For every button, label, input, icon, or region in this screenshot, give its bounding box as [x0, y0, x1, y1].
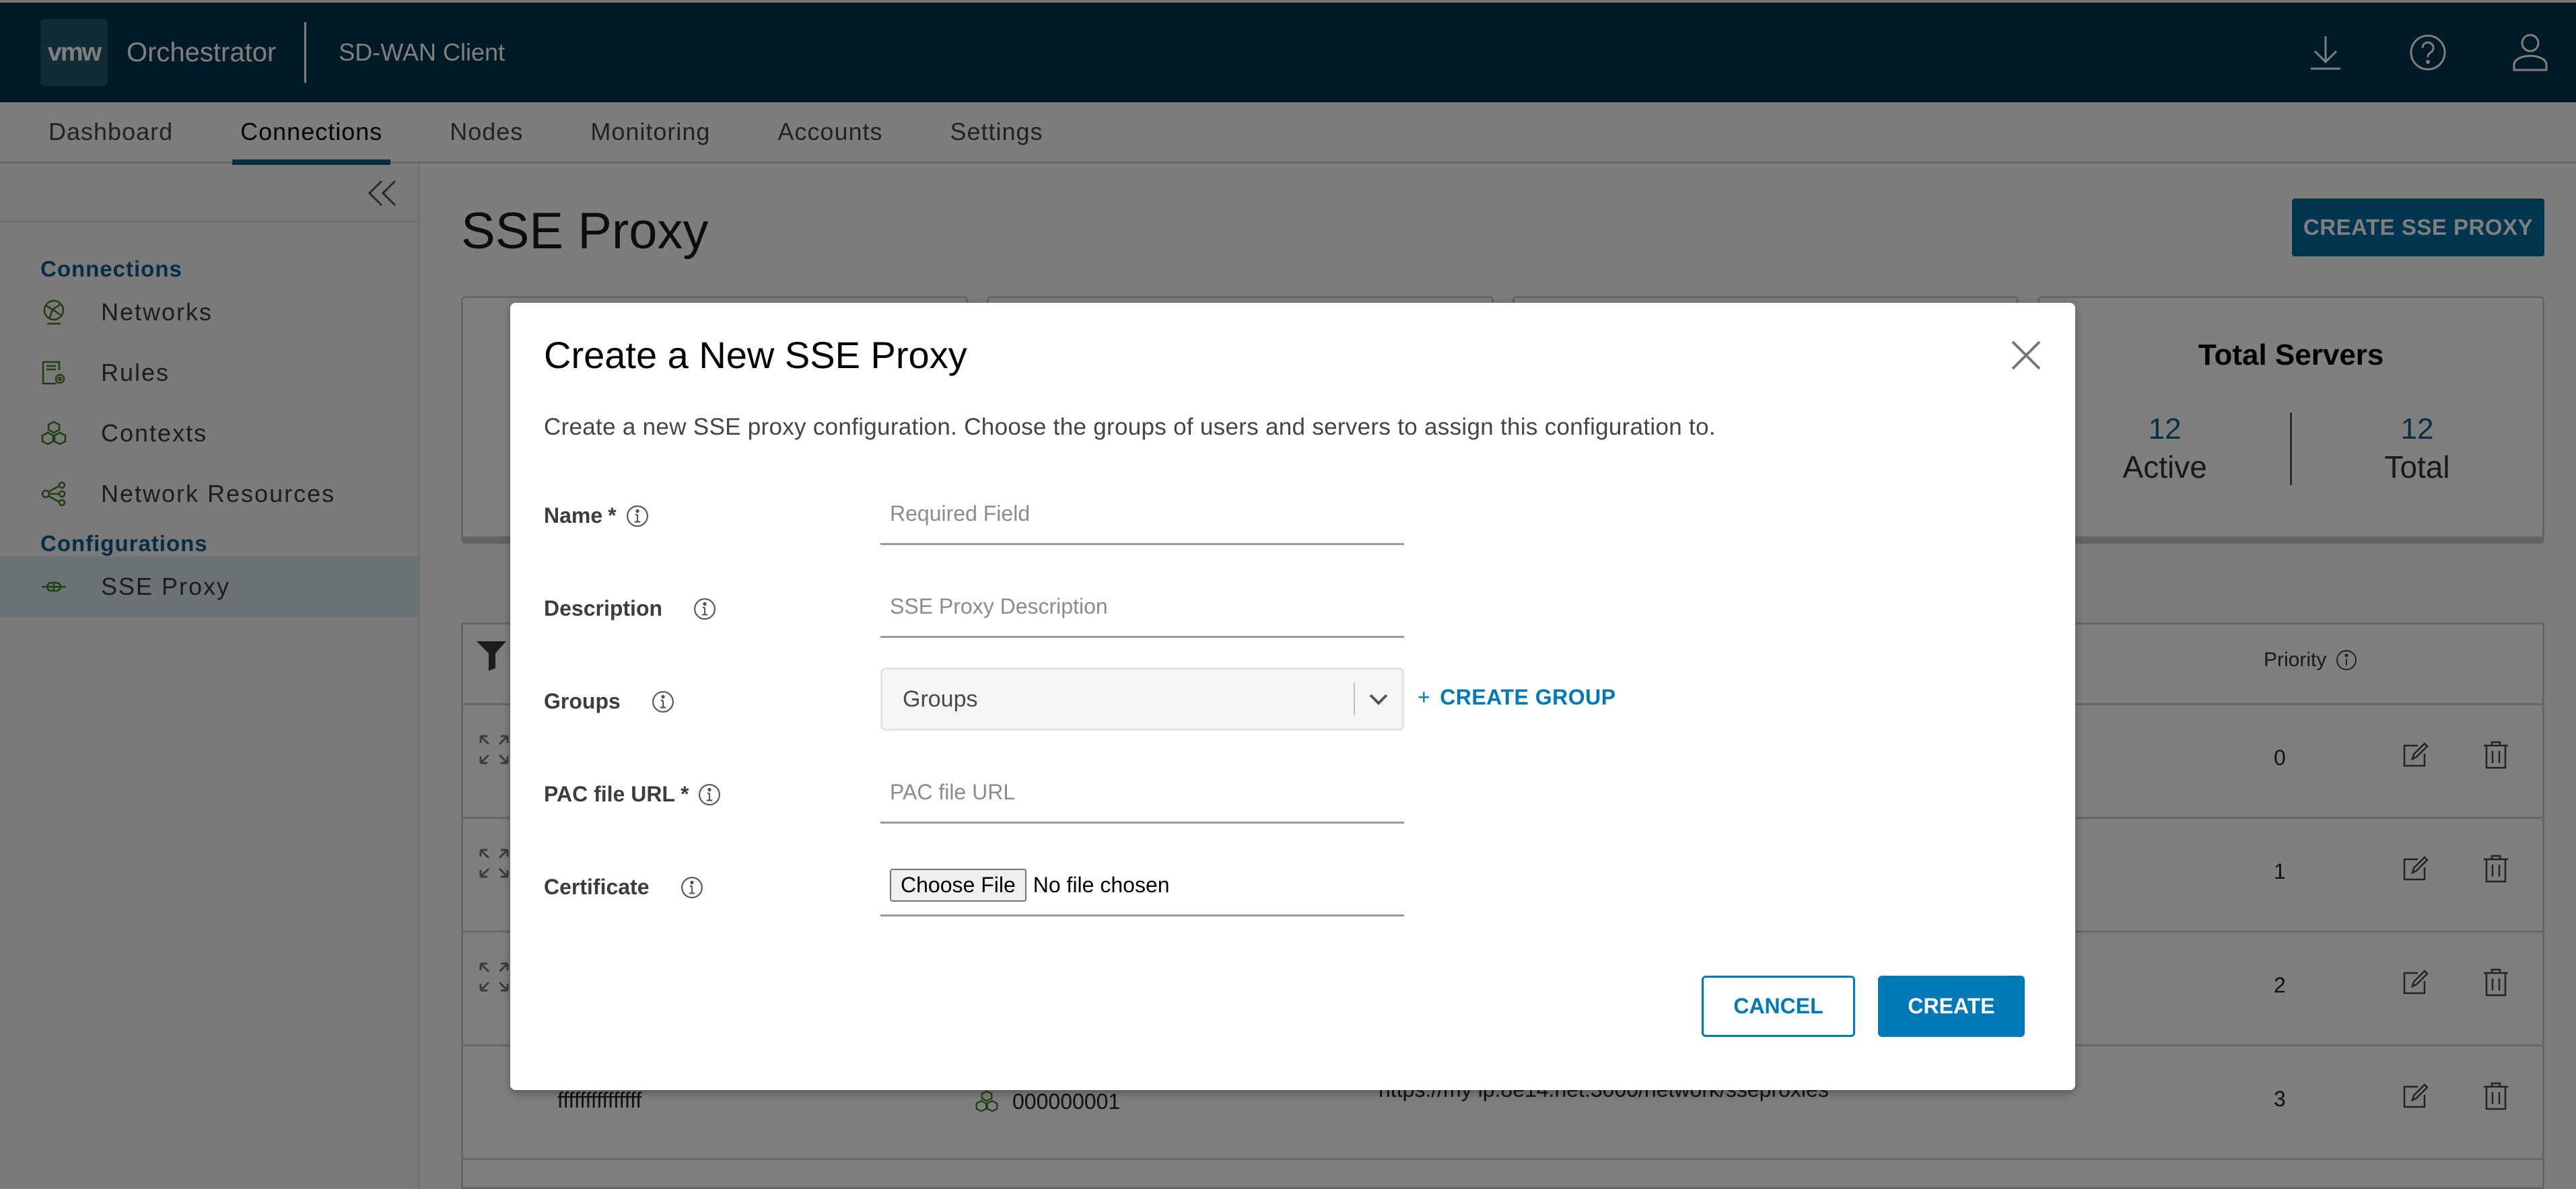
- groups-select[interactable]: Groups: [880, 668, 1404, 731]
- choose-file-button[interactable]: Choose File: [890, 869, 1026, 902]
- create-group-link[interactable]: + CREATE GROUP: [1418, 685, 1616, 710]
- label-text: PAC file URL: [544, 782, 675, 806]
- name-label: Name *: [544, 503, 649, 528]
- label-text: Groups: [544, 689, 621, 713]
- required-marker: *: [680, 782, 689, 806]
- label-text: Description: [544, 596, 663, 620]
- required-marker: *: [608, 503, 617, 528]
- label-text: Name: [544, 503, 603, 528]
- form-row-pac-url: PAC file URL *: [544, 763, 1823, 824]
- pac-url-input[interactable]: [880, 763, 1404, 821]
- description-field-wrapper: [880, 577, 1404, 638]
- label-text: Certificate: [544, 875, 650, 899]
- info-icon[interactable]: [681, 876, 703, 899]
- info-icon[interactable]: [626, 505, 649, 528]
- modal-description: Create a new SSE proxy configuration. Ch…: [544, 414, 1716, 440]
- pac-url-label: PAC file URL *: [544, 782, 721, 807]
- form-row-name: Name *: [544, 484, 1823, 545]
- groups-select-value: Groups: [903, 686, 978, 712]
- chevron-down-icon: [1369, 694, 1388, 705]
- create-sse-proxy-modal: Create a New SSE Proxy Create a new SSE …: [510, 303, 2075, 1090]
- form-row-groups: Groups Groups + CREATE GROUP: [544, 668, 1823, 731]
- description-input[interactable]: [880, 577, 1404, 635]
- certificate-label: Certificate: [544, 875, 703, 900]
- create-group-label: CREATE GROUP: [1440, 685, 1616, 709]
- info-icon[interactable]: [652, 690, 674, 713]
- plus-icon: +: [1418, 685, 1431, 709]
- groups-label: Groups: [544, 689, 674, 714]
- info-icon[interactable]: [693, 598, 716, 620]
- modal-title: Create a New SSE Proxy: [544, 334, 967, 376]
- form-row-description: Description: [544, 577, 1823, 638]
- close-icon[interactable]: [2007, 336, 2045, 374]
- cancel-button[interactable]: CANCEL: [1702, 976, 1855, 1037]
- description-label: Description: [544, 596, 716, 621]
- form-row-certificate: Certificate Choose File No file chosen: [544, 856, 1823, 916]
- name-input[interactable]: [880, 484, 1404, 542]
- name-field-wrapper: [880, 484, 1404, 545]
- info-icon[interactable]: [698, 783, 721, 806]
- pac-url-field-wrapper: [880, 763, 1404, 824]
- file-status: No file chosen: [1033, 873, 1170, 897]
- certificate-file-input: Choose File No file chosen: [880, 856, 1404, 916]
- select-chevron[interactable]: [1355, 692, 1402, 706]
- create-button[interactable]: CREATE: [1878, 976, 2025, 1037]
